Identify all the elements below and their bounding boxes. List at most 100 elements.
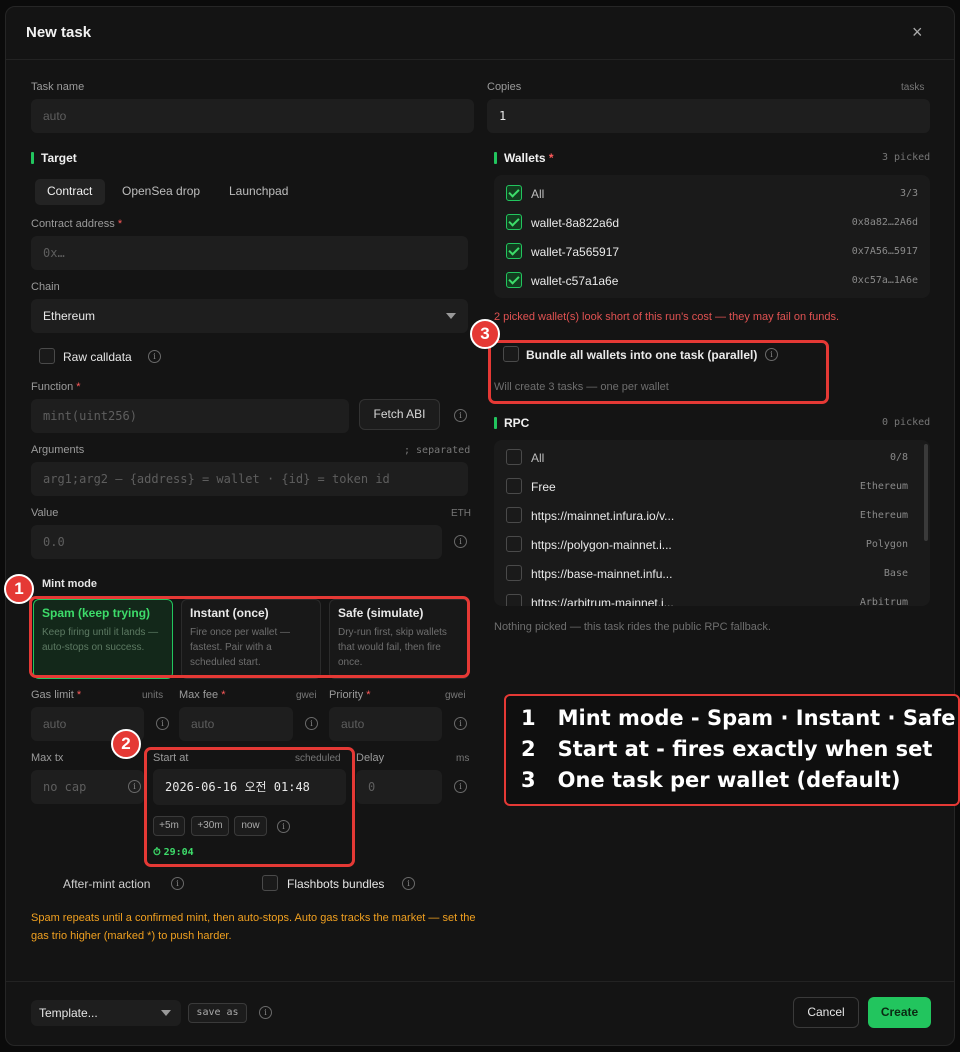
flashbots-label: Flashbots bundles [287, 877, 385, 891]
rpc-checkbox[interactable] [506, 478, 522, 494]
task-name-label: Task name [31, 81, 85, 93]
wallet-checkbox[interactable] [506, 243, 522, 259]
rpc-name: https://arbitrum-mainnet.i... [531, 596, 674, 606]
fetch-abi-button[interactable]: Fetch ABI [359, 399, 440, 430]
chain-select[interactable]: Ethereum [31, 299, 468, 333]
rpc-chain: Base [883, 568, 908, 579]
rpc-chain: Arbitrum [859, 597, 908, 606]
target-section-title: Target [31, 151, 77, 165]
add-30m-chip[interactable]: +30m [191, 816, 229, 836]
mode-safe-title: Safe (simulate) [338, 606, 424, 620]
info-icon[interactable]: i [454, 717, 467, 730]
mint-mode-safe[interactable]: Safe (simulate) Dry-run first, skip wall… [329, 599, 469, 679]
contract-address-input[interactable]: 0x… [31, 236, 468, 270]
mint-warning-text: Spam repeats until a confirmed mint, the… [31, 912, 476, 942]
wallet-name: wallet-8a822a6d [531, 216, 620, 230]
info-icon[interactable]: i [156, 717, 169, 730]
value-label: Value [31, 507, 59, 519]
raw-calldata-label: Raw calldata [63, 350, 132, 364]
footer-divider [6, 981, 954, 982]
info-icon[interactable]: i [454, 535, 467, 548]
info-icon[interactable]: i [171, 877, 184, 890]
annotation-badge-3: 3 [470, 319, 500, 349]
copies-label: Copies [487, 81, 522, 93]
arguments-label: Arguments [31, 444, 85, 456]
wallet-address: 0x7A56…5917 [851, 246, 918, 257]
mode-safe-desc: Dry-run first, skip wallets that would f… [338, 627, 447, 668]
annotation-badge-1: 1 [4, 574, 34, 604]
value-input[interactable]: 0.0 [31, 525, 442, 559]
mint-mode-spam[interactable]: Spam (keep trying) Keep firing until it … [33, 599, 173, 679]
rpc-section-title: RPC [494, 416, 529, 430]
annotation-badge-2: 2 [111, 729, 141, 759]
now-chip[interactable]: now [234, 816, 267, 836]
delay-input[interactable]: 0 [356, 770, 442, 804]
info-icon[interactable]: i [277, 820, 290, 833]
info-icon[interactable]: i [128, 780, 141, 793]
modal-title: New task [26, 24, 92, 41]
value-unit: ETH [451, 508, 471, 519]
rpc-checkbox[interactable] [506, 507, 522, 523]
wallet-checkbox[interactable] [506, 214, 522, 230]
start-at-input[interactable]: 2026-06-16 오전 01:48 [153, 769, 346, 805]
mode-spam-title: Spam (keep trying) [42, 606, 151, 620]
rpc-name: Free [531, 480, 556, 494]
rpc-checkbox[interactable] [506, 565, 522, 581]
rpc-list-scrollbar[interactable] [924, 444, 928, 541]
bundle-wallets-checkbox[interactable] [503, 346, 519, 362]
chevron-down-icon [161, 1010, 171, 1016]
delay-unit: ms [456, 753, 470, 764]
max-fee-label: Max fee * [179, 689, 226, 701]
info-icon[interactable]: i [765, 348, 778, 361]
function-input[interactable]: mint(uint256) [31, 399, 349, 433]
rpc-all-count: 0/8 [889, 452, 908, 463]
function-label: Function * [31, 381, 81, 393]
info-icon[interactable]: i [305, 717, 318, 730]
mode-instant-title: Instant (once) [190, 606, 269, 620]
rpc-checkbox[interactable] [506, 536, 522, 552]
info-icon[interactable]: i [148, 350, 161, 363]
info-icon[interactable]: i [454, 409, 467, 422]
rpc-all-checkbox[interactable] [506, 449, 522, 465]
chevron-down-icon [446, 313, 456, 319]
template-select[interactable]: Template... [31, 1000, 181, 1026]
wallets-picked-count: 3 picked [882, 152, 931, 163]
rpc-checkbox[interactable] [506, 594, 522, 606]
max-tx-label: Max tx [31, 752, 64, 764]
cancel-button[interactable]: Cancel [793, 997, 859, 1028]
contract-address-label: Contract address * [31, 218, 123, 230]
legend-item-3: 3 One task per wallet (default) [521, 768, 901, 792]
add-5m-chip[interactable]: +5m [153, 816, 185, 836]
info-icon[interactable]: i [402, 877, 415, 890]
mint-mode-instant[interactable]: Instant (once) Fire once per wallet — fa… [181, 599, 321, 679]
tab-contract-label: Contract [47, 184, 93, 198]
info-icon[interactable]: i [454, 780, 467, 793]
create-button[interactable]: Create [868, 997, 931, 1028]
flashbots-checkbox[interactable] [262, 875, 278, 891]
delay-label: Delay [356, 752, 385, 764]
info-icon[interactable]: i [259, 1006, 272, 1019]
wallets-all-checkbox[interactable] [506, 185, 522, 201]
raw-calldata-checkbox[interactable] [39, 348, 55, 364]
close-icon[interactable]: × [912, 22, 923, 43]
task-name-input[interactable]: auto [31, 99, 474, 133]
header-divider [6, 59, 954, 60]
wallet-name: wallet-c57a1a6e [531, 274, 619, 288]
countdown: ⏱ 29:04 [153, 847, 194, 858]
wallet-checkbox[interactable] [506, 272, 522, 288]
max-fee-input[interactable]: auto [179, 707, 293, 741]
start-at-label: Start at [153, 752, 189, 764]
rpc-name: https://mainnet.infura.io/v... [531, 509, 675, 523]
tab-launchpad[interactable]: Launchpad [229, 184, 288, 198]
copies-input[interactable]: 1 [487, 99, 930, 133]
priority-input[interactable]: auto [329, 707, 442, 741]
tab-opensea-drop[interactable]: OpenSea drop [122, 184, 200, 198]
legend-item-1: 1 Mint mode - Spam · Instant · Safe [521, 706, 956, 730]
bundle-wallets-label: Bundle all wallets into one task (parall… [526, 348, 758, 362]
rpc-list[interactable] [494, 440, 930, 606]
save-as-button[interactable]: save as [188, 1003, 247, 1023]
mode-spam-desc: Keep firing until it lands — auto-stops … [42, 627, 159, 653]
after-mint-action-label[interactable]: After-mint action [63, 877, 150, 891]
arguments-input[interactable]: arg1;arg2 — {address} = wallet · {id} = … [31, 462, 468, 496]
timer-icon: ⏱ [153, 847, 161, 858]
